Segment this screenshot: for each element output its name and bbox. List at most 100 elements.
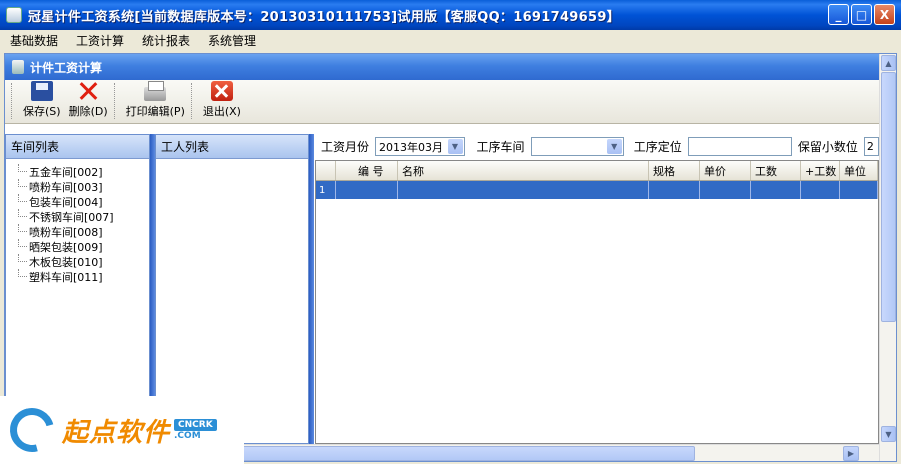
process-locate-input[interactable] — [687, 137, 792, 156]
print-edit-label: 打印编辑(P) — [125, 105, 185, 118]
tree-item[interactable]: 喷粉车间[003] — [6, 178, 149, 194]
scrollbar-thumb[interactable] — [881, 72, 896, 322]
tree-item[interactable]: 木板包装[010] — [6, 253, 149, 269]
month-select[interactable]: 2013年03月 ▼ — [375, 137, 465, 156]
worker-list-header: 工人列表 — [156, 135, 308, 159]
tree-branch — [18, 223, 27, 232]
column-header[interactable]: +工数 — [801, 161, 840, 180]
scroll-right-icon[interactable]: ▶ — [843, 446, 859, 461]
inner-title: 计件工资计算 — [30, 60, 103, 75]
window-controls: _ □ X — [828, 4, 895, 25]
process-locate-label: 工序定位 — [633, 140, 682, 154]
menu-wage-calc[interactable]: 工资计算 — [76, 32, 124, 49]
vertical-scrollbar[interactable]: ▲ ▼ — [879, 54, 896, 461]
tree-item[interactable]: 晒架包装[009] — [6, 238, 149, 254]
minimize-button[interactable]: _ — [828, 4, 849, 25]
menu-reports[interactable]: 统计报表 — [142, 32, 190, 49]
chevron-down-icon[interactable]: ▼ — [447, 139, 463, 154]
table-cell[interactable] — [840, 181, 878, 199]
badge-text: CNCRK — [174, 419, 217, 431]
column-header[interactable]: 单价 — [700, 161, 751, 180]
brand-logo-icon — [1, 399, 63, 461]
exit-label: 退出(X) — [202, 105, 241, 118]
brand-text: 起点软件 — [62, 417, 171, 448]
menu-system[interactable]: 系统管理 — [208, 32, 256, 49]
row-number: 1 — [316, 181, 336, 199]
red-x-icon — [77, 81, 99, 101]
menu-basic-data[interactable]: 基础数据 — [10, 32, 58, 49]
tree-item-label: 喷粉车间[008] — [29, 225, 103, 239]
filter-bar: 工资月份 2013年03月 ▼ 工序车间 ▼ 工序定位 保留小数位 2 — [315, 134, 879, 159]
tree-item[interactable]: 包装车间[004] — [6, 193, 149, 209]
column-header[interactable] — [316, 161, 336, 180]
tree-item-label: 木板包装[010] — [29, 255, 103, 269]
decimals-input[interactable]: 2 — [863, 137, 879, 156]
tree-item-label: 包装车间[004] — [29, 195, 103, 209]
badge-domain: .COM — [174, 431, 201, 441]
tree-branch — [18, 238, 27, 247]
close-button[interactable]: X — [874, 4, 895, 25]
tree-item[interactable]: 塑料车间[011] — [6, 268, 149, 284]
app-icon — [6, 7, 22, 23]
window-title: 冠星计件工资系统[当前数据库版本号：20130310111753]试用版【客服Q… — [28, 9, 620, 25]
menu-bar: 基础数据 工资计算 统计报表 系统管理 — [0, 30, 901, 51]
delete-button[interactable]: 删除(D) — [65, 81, 112, 123]
grid-header: 编 号 名称 规格 单价 工数 +工数 单位 — [316, 161, 878, 181]
tree-branch — [18, 268, 27, 277]
wage-grid: 编 号 名称 规格 单价 工数 +工数 单位 1 — [315, 160, 879, 444]
tree-branch — [18, 193, 27, 202]
column-header[interactable]: 工数 — [751, 161, 801, 180]
splitter[interactable] — [309, 134, 314, 444]
process-workshop-select[interactable]: ▼ — [530, 137, 624, 156]
tree-branch — [18, 178, 27, 187]
tree-item-label: 晒架包装[009] — [29, 240, 103, 254]
chevron-down-icon[interactable]: ▼ — [606, 139, 622, 154]
save-button[interactable]: 保存(S) — [19, 81, 65, 123]
toolbar: 保存(S) 删除(D) 打印编辑(P) 退出(X) — [5, 80, 879, 124]
save-label: 保存(S) — [23, 105, 61, 118]
table-cell[interactable] — [336, 181, 398, 199]
maximize-button[interactable]: □ — [851, 4, 872, 25]
exit-button[interactable]: 退出(X) — [199, 81, 245, 123]
workshop-tree: 五金车间[002] 喷粉车间[003] 包装车间[004] 不锈钢车间[007]… — [6, 159, 149, 284]
toolbar-separator — [113, 83, 118, 119]
tree-item[interactable]: 不锈钢车间[007] — [6, 208, 149, 224]
tree-item[interactable]: 喷粉车间[008] — [6, 223, 149, 239]
table-cell[interactable] — [700, 181, 751, 199]
tree-item-label: 五金车间[002] — [29, 165, 103, 179]
scroll-up-icon[interactable]: ▲ — [881, 55, 896, 71]
table-cell[interactable] — [649, 181, 700, 199]
column-header[interactable]: 编 号 — [336, 161, 398, 180]
printer-icon — [144, 81, 167, 101]
brand-badge: CNCRK .COM — [174, 419, 217, 441]
watermark-logo: 起点软件 CNCRK .COM — [0, 396, 244, 464]
table-cell[interactable] — [398, 181, 649, 199]
table-cell[interactable] — [801, 181, 840, 199]
tree-branch — [18, 163, 27, 172]
month-value: 2013年03月 — [379, 140, 444, 154]
tree-item[interactable]: 五金车间[002] — [6, 163, 149, 179]
column-header[interactable]: 单位 — [840, 161, 878, 180]
decimals-label: 保留小数位 — [797, 140, 858, 154]
scroll-down-icon[interactable]: ▼ — [881, 426, 896, 442]
print-edit-button[interactable]: 打印编辑(P) — [122, 81, 189, 123]
window-titlebar[interactable]: 冠星计件工资系统[当前数据库版本号：20130310111753]试用版【客服Q… — [0, 0, 901, 30]
delete-label: 删除(D) — [68, 105, 108, 118]
column-header[interactable]: 规格 — [649, 161, 700, 180]
column-header[interactable]: 名称 — [398, 161, 649, 180]
table-cell[interactable] — [751, 181, 801, 199]
tree-item-label: 塑料车间[011] — [29, 270, 103, 284]
tree-item-label: 喷粉车间[003] — [29, 180, 103, 194]
decimals-value: 2 — [866, 140, 874, 153]
toolbar-separator — [190, 83, 195, 119]
inner-titlebar: 计件工资计算 — [5, 54, 879, 80]
scrollbar-thumb[interactable] — [215, 446, 695, 461]
table-row[interactable]: 1 — [316, 181, 878, 199]
window-icon — [12, 60, 24, 74]
month-label: 工资月份 — [321, 140, 370, 154]
workshop-list-header: 车间列表 — [6, 135, 149, 159]
toolbar-grip — [11, 83, 15, 119]
floppy-disk-icon — [30, 81, 53, 101]
exit-icon — [210, 81, 233, 101]
tree-item-label: 不锈钢车间[007] — [29, 210, 114, 224]
